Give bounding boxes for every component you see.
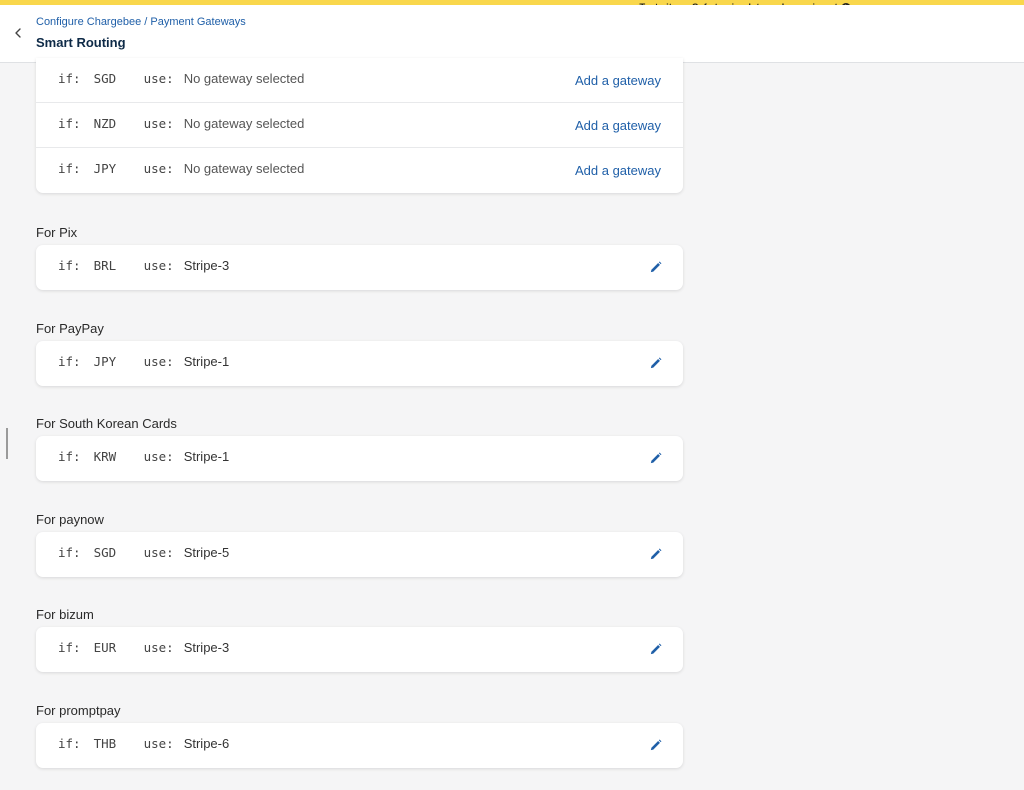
rule-condition: if: JPY use: No gateway selected [58,161,304,176]
gateway-value: Stripe-6 [183,736,230,751]
section-label-south-korean-cards: For South Korean Cards [36,416,177,431]
gateway-value: Stripe-1 [183,449,230,464]
chevron-left-icon[interactable] [11,26,25,40]
use-label: use: [143,736,174,751]
if-label: if: [58,354,81,369]
section-label-paynow: For paynow [36,512,104,527]
routing-rule-row: if: BRL use: Stripe-3 [36,245,683,290]
use-label: use: [143,640,174,655]
currency-code: JPY [93,161,117,176]
currency-code: SGD [93,545,117,560]
section-label-paypay: For PayPay [36,321,104,336]
currency-code: JPY [93,354,117,369]
use-label: use: [143,449,174,464]
rule-condition: if: EUR use: Stripe-3 [58,640,229,655]
routing-rule-card-promptpay: if: THB use: Stripe-6 [36,723,683,768]
use-label: use: [143,161,174,176]
breadcrumb-configure-chargebee[interactable]: Configure Chargebee [36,16,141,28]
currency-code: BRL [93,258,117,273]
currency-code: NZD [93,116,117,131]
rule-condition: if: BRL use: Stripe-3 [58,258,229,273]
routing-rule-card-bizum: if: EUR use: Stripe-3 [36,627,683,672]
rule-condition: if: SGD use: Stripe-5 [58,545,229,560]
panel-resize-handle[interactable] [6,428,8,459]
routing-rule-card-south-korean-cards: if: KRW use: Stripe-1 [36,436,683,481]
if-label: if: [58,258,81,273]
use-label: use: [143,354,174,369]
gateway-value: Stripe-5 [183,545,230,560]
add-gateway-link[interactable]: Add a gateway [575,163,661,178]
section-label-pix: For Pix [36,225,78,240]
routing-rule-card: if: SGD use: No gateway selected Add a g… [36,58,683,193]
add-gateway-link[interactable]: Add a gateway [575,73,661,88]
routing-rule-row: if: EUR use: Stripe-3 [36,627,683,672]
gateway-value: Stripe-1 [183,354,230,369]
gateway-value: Stripe-3 [183,258,230,273]
routing-rule-row: if: JPY use: No gateway selected Add a g… [36,148,683,193]
section-label-bizum: For bizum [36,607,94,622]
pencil-icon[interactable] [649,357,662,370]
use-label: use: [143,116,174,131]
if-label: if: [58,71,81,86]
if-label: if: [58,736,81,751]
page-title: Smart Routing [36,35,126,50]
if-label: if: [58,161,81,176]
routing-rule-row: if: SGD use: Stripe-5 [36,532,683,577]
rule-condition: if: KRW use: Stripe-1 [58,449,229,464]
routing-rule-card-pix: if: BRL use: Stripe-3 [36,245,683,290]
currency-code: KRW [93,449,117,464]
breadcrumb-separator: / [144,16,148,28]
routing-rule-row: if: JPY use: Stripe-1 [36,341,683,386]
pencil-icon[interactable] [649,739,662,752]
rule-condition: if: SGD use: No gateway selected [58,71,304,86]
gateway-value: No gateway selected [183,71,305,86]
gateway-value: Stripe-3 [183,640,230,655]
if-label: if: [58,545,81,560]
routing-rule-row: if: NZD use: No gateway selected Add a g… [36,103,683,148]
routing-rule-row: if: SGD use: No gateway selected Add a g… [36,58,683,103]
pencil-icon[interactable] [649,261,662,274]
routing-rule-card-paynow: if: SGD use: Stripe-5 [36,532,683,577]
routing-rule-row: if: KRW use: Stripe-1 [36,436,683,481]
add-gateway-link[interactable]: Add a gateway [575,118,661,133]
rule-condition: if: NZD use: No gateway selected [58,116,304,131]
currency-code: EUR [93,640,117,655]
rule-condition: if: JPY use: Stripe-1 [58,354,229,369]
gateway-value: No gateway selected [183,116,305,131]
gateway-value: No gateway selected [183,161,305,176]
use-label: use: [143,545,174,560]
if-label: if: [58,116,81,131]
routing-rule-card-paypay: if: JPY use: Stripe-1 [36,341,683,386]
if-label: if: [58,640,81,655]
page-header: Configure Chargebee / Payment Gateways S… [0,5,1024,63]
breadcrumb-payment-gateways[interactable]: Payment Gateways [150,16,245,28]
breadcrumb: Configure Chargebee / Payment Gateways [36,16,246,28]
if-label: if: [58,449,81,464]
rule-condition: if: THB use: Stripe-6 [58,736,229,751]
currency-code: SGD [93,71,117,86]
currency-code: THB [93,736,117,751]
pencil-icon[interactable] [649,548,662,561]
pencil-icon[interactable] [649,452,662,465]
use-label: use: [143,71,174,86]
section-label-promptpay: For promptpay [36,703,121,718]
pencil-icon[interactable] [649,643,662,656]
routing-rule-row: if: THB use: Stripe-6 [36,723,683,768]
use-label: use: [143,258,174,273]
